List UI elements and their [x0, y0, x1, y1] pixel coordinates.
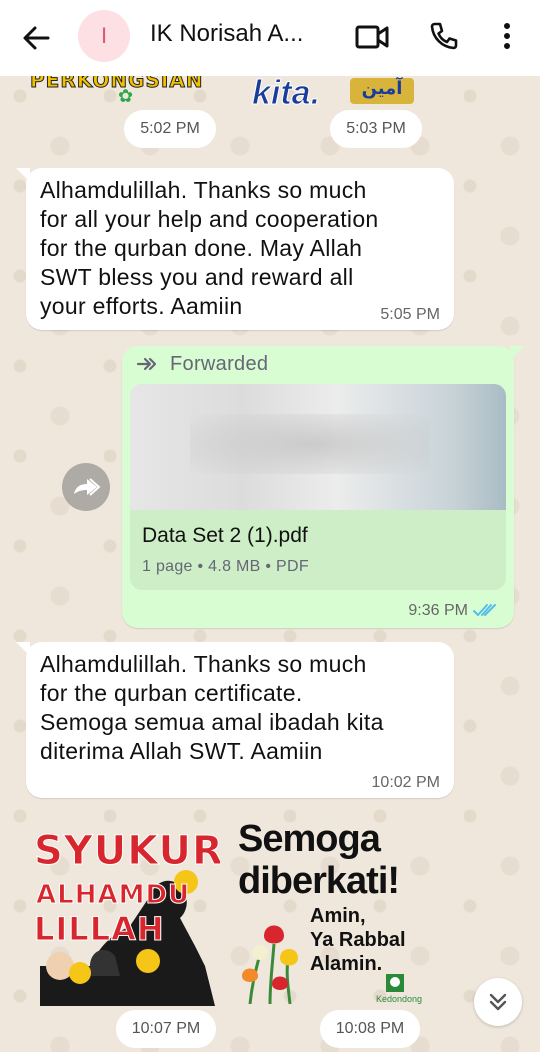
double-chevron-down-icon	[489, 993, 507, 1011]
sticker-timestamp: 5:02 PM	[124, 110, 216, 148]
document-name: Data Set 2 (1).pdf	[142, 524, 308, 547]
bubble-tail	[16, 168, 30, 182]
outgoing-message[interactable]: Forwarded Data Set 2 (1).pdf 1 page • 4.…	[122, 346, 524, 628]
share-forward-icon	[74, 478, 101, 496]
sticker-top-left[interactable]: PERKONGSIAN ✿	[30, 76, 216, 104]
brand-logo-icon	[386, 974, 404, 992]
sticker-timestamp: 5:03 PM	[330, 110, 422, 148]
avatar-initial: I	[100, 23, 108, 48]
sticker-timestamp: 10:07 PM	[116, 1010, 216, 1048]
more-vert-icon	[504, 23, 510, 49]
forward-icon	[136, 357, 157, 371]
message-text: Alhamdulillah. Thanks so much for the qu…	[40, 651, 384, 764]
sticker-top-right-text: kita.	[251, 74, 321, 107]
read-receipt-icon	[473, 604, 496, 616]
sticker-top-left-text: PERKONGSIAN	[30, 76, 204, 93]
sticker-brand: Kedondong	[376, 994, 422, 1004]
video-call-button[interactable]	[354, 22, 390, 52]
incoming-message[interactable]: Alhamdulillah. Thanks so much for the qu…	[16, 642, 454, 798]
document-attachment[interactable]: Data Set 2 (1).pdf 1 page • 4.8 MB • PDF	[130, 384, 506, 590]
sticker-top-right-arabic: آمين	[350, 78, 414, 104]
chat-header: I IK Norisah A...	[0, 0, 540, 76]
forward-share-button[interactable]	[62, 463, 110, 511]
contact-name[interactable]: IK Norisah A...	[150, 20, 330, 48]
more-options-button[interactable]	[496, 20, 518, 52]
sticker-semoga-title: Semoga diberkati!	[238, 818, 400, 902]
sticker-semoga[interactable]: Semoga diberkati! Amin, Ya Rabbal Alamin…	[236, 818, 422, 1008]
document-preview	[130, 384, 506, 510]
phone-icon	[430, 22, 458, 50]
video-camera-icon	[355, 25, 389, 49]
incoming-message[interactable]: Alhamdulillah. Thanks so much for all yo…	[16, 168, 454, 330]
flower-icon: ✿	[118, 86, 135, 104]
document-meta: 1 page • 4.8 MB • PDF	[142, 558, 309, 575]
forwarded-row: Forwarded	[136, 352, 268, 376]
sticker-syukur-line: ALHAMDU	[35, 880, 191, 911]
sticker-timestamp: 10:08 PM	[320, 1010, 420, 1048]
voice-call-button[interactable]	[428, 20, 460, 52]
bubble-tail	[16, 642, 30, 656]
sticker-semoga-subtitle: Amin, Ya Rabbal Alamin.	[310, 905, 406, 975]
sticker-syukur-line: LILLAH	[34, 910, 165, 949]
tulips-icon	[242, 925, 298, 1004]
contact-avatar[interactable]: I	[78, 10, 130, 62]
message-text: Alhamdulillah. Thanks so much for all yo…	[40, 177, 379, 319]
forwarded-label: Forwarded	[170, 352, 269, 375]
message-time: 5:05 PM	[380, 306, 440, 323]
scroll-to-bottom-button[interactable]	[474, 978, 522, 1026]
message-time: 10:02 PM	[371, 774, 440, 791]
sticker-syukur[interactable]: SYUKUR ALHAMDU LILLAH	[30, 826, 220, 1006]
back-button[interactable]	[18, 22, 54, 54]
sticker-syukur-line: SYUKUR	[34, 828, 220, 875]
bubble-tail	[510, 346, 524, 360]
message-time: 9:36 PM	[408, 602, 468, 619]
arrow-left-icon	[23, 26, 50, 50]
